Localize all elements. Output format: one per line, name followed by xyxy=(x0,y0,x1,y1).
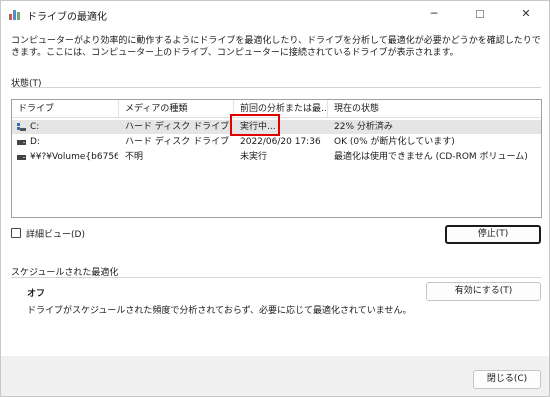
minimize-button[interactable]: ─ xyxy=(411,1,457,29)
close-button[interactable]: 閉じる(C) xyxy=(473,370,541,389)
column-header-drive[interactable]: ドライブ xyxy=(12,100,119,118)
running-status-highlight xyxy=(230,114,280,136)
dialog-footer: 閉じる(C) xyxy=(1,356,549,396)
minimize-icon: ─ xyxy=(430,7,438,20)
description-text: コンピューターがより効率的に動作するようにドライブを最適化したり、ドライブを分析… xyxy=(11,36,541,58)
current-status: 最適化は使用できません (CD-ROM ボリューム) xyxy=(334,152,528,162)
title-bar: ドライブの最適化 ─ ✕ xyxy=(1,1,549,29)
stop-button[interactable]: 停止(T) xyxy=(445,225,541,244)
last-run: 2022/06/20 17:36 xyxy=(240,137,321,147)
schedule-divider xyxy=(11,277,541,278)
maximize-button[interactable] xyxy=(457,1,503,29)
detail-view-label[interactable]: 詳細ビュー(D) xyxy=(26,227,85,240)
close-icon: ✕ xyxy=(521,7,531,20)
optimize-drives-window: ドライブの最適化 ─ ✕ コンピューターがより効率的に動作するようにドライブを最… xyxy=(0,0,550,397)
drive-name: ¥¥?¥Volume{b6756f... xyxy=(30,152,118,162)
column-header-media-type[interactable]: メディアの種類 xyxy=(119,100,234,118)
drive-name: C: xyxy=(30,122,40,132)
media-type: ハード ディスク ドライブ xyxy=(125,122,230,132)
hard-drive-icon xyxy=(17,140,26,145)
volume-drive-icon xyxy=(17,155,26,160)
schedule-status: オフ xyxy=(27,289,46,299)
enable-schedule-button[interactable]: 有効にする(T) xyxy=(426,282,541,301)
media-type: 不明 xyxy=(125,152,144,162)
current-status: 22% 分析済み xyxy=(334,122,393,132)
detail-view-checkbox[interactable] xyxy=(11,228,21,238)
column-header-current-status[interactable]: 現在の状態 xyxy=(328,100,541,118)
system-drive-icon xyxy=(17,123,26,131)
window-title: ドライブの最適化 xyxy=(27,12,107,23)
schedule-description: ドライブがスケジュールされた頻度で分析されておらず、必要に応じて最適化されていま… xyxy=(27,306,412,316)
defrag-app-icon xyxy=(9,10,20,20)
status-divider xyxy=(11,87,541,88)
table-row[interactable]: ¥¥?¥Volume{b6756f... 不明 未実行 最適化は使用できません … xyxy=(12,150,541,164)
last-run: 未実行 xyxy=(240,152,268,162)
close-window-button[interactable]: ✕ xyxy=(503,1,549,29)
media-type: ハード ディスク ドライブ xyxy=(125,137,230,147)
maximize-icon xyxy=(476,10,484,18)
current-status: OK (0% が断片化しています) xyxy=(334,137,455,147)
table-row[interactable]: D: ハード ディスク ドライブ 2022/06/20 17:36 OK (0%… xyxy=(12,135,541,149)
drive-name: D: xyxy=(30,137,40,147)
